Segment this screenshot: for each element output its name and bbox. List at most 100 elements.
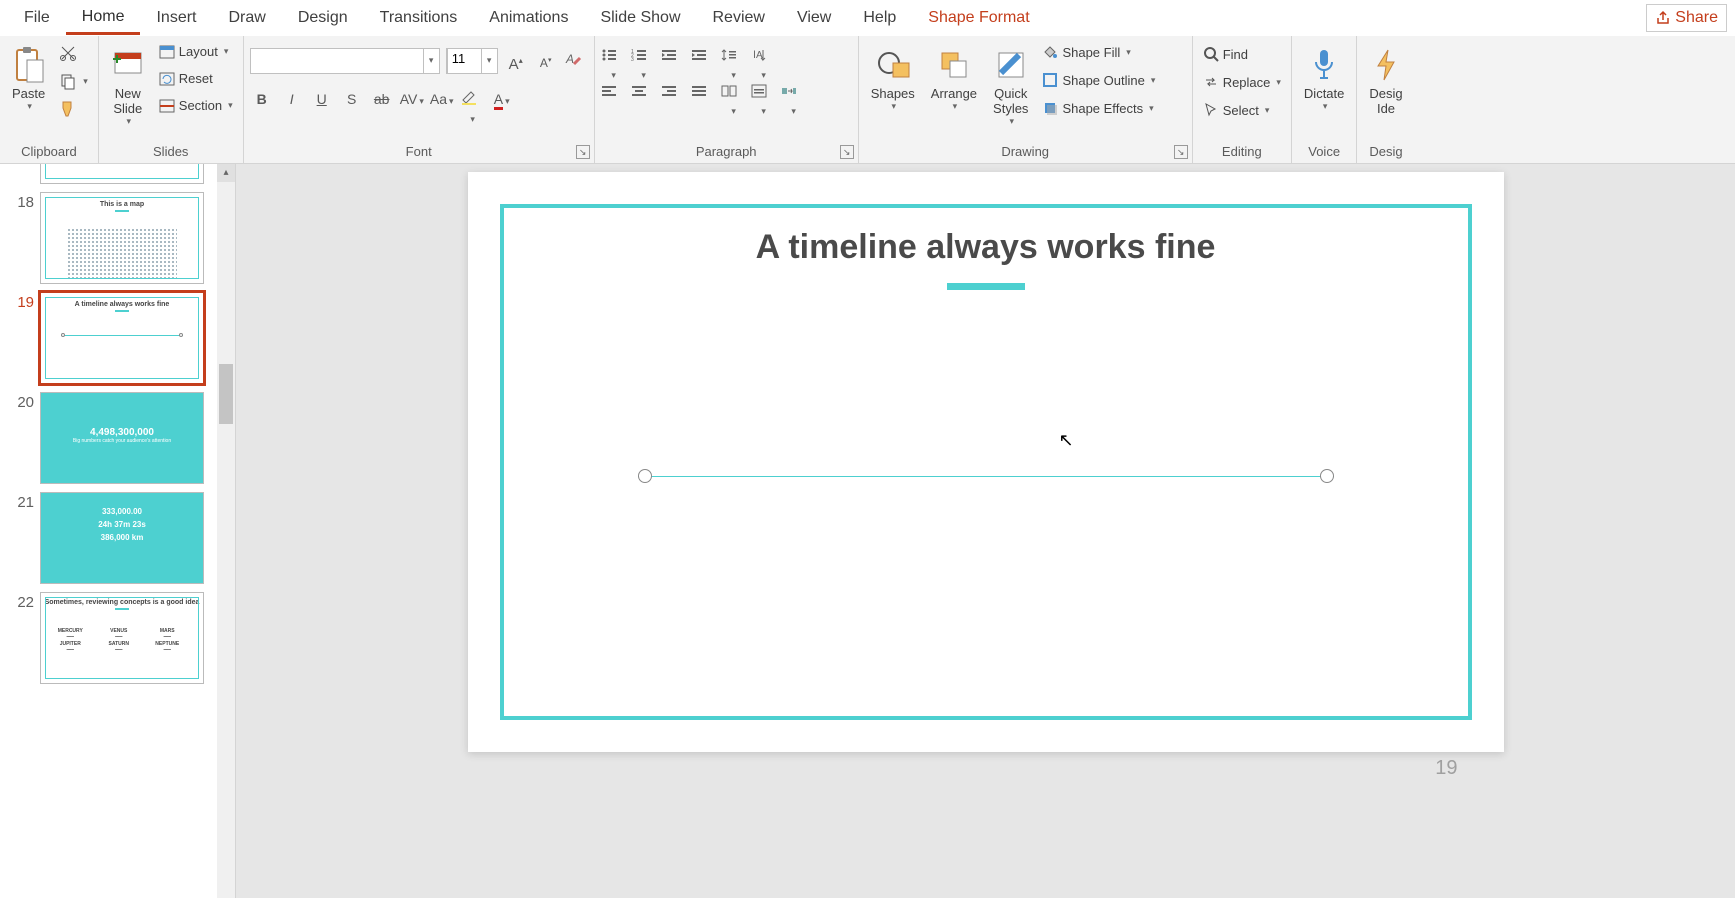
- tab-shape-format[interactable]: Shape Format: [912, 3, 1045, 33]
- columns-button[interactable]: ▾: [721, 84, 745, 106]
- align-vertical-icon: [751, 84, 767, 98]
- italic-button[interactable]: I: [280, 88, 304, 110]
- align-right-button[interactable]: [661, 84, 685, 106]
- thumbnail-20[interactable]: 20 4,498,300,000 Big numbers catch your …: [0, 388, 235, 488]
- dictate-button[interactable]: Dictate▾: [1298, 40, 1350, 116]
- font-size-combo[interactable]: 11▾: [446, 48, 498, 74]
- svg-text:3: 3: [631, 57, 634, 62]
- tab-design[interactable]: Design: [282, 3, 364, 33]
- share-icon: [1655, 10, 1671, 26]
- arrange-button[interactable]: Arrange▾: [925, 40, 983, 116]
- group-voice: Dictate▾ Voice: [1292, 36, 1357, 163]
- current-slide[interactable]: A timeline always works fine ↖ 19: [468, 172, 1504, 752]
- tab-slideshow[interactable]: Slide Show: [584, 3, 696, 33]
- replace-button[interactable]: Replace▾: [1199, 72, 1285, 92]
- reset-button[interactable]: Reset: [155, 69, 237, 88]
- design-ideas-button[interactable]: Desig Ide: [1363, 40, 1408, 120]
- strikethrough-button[interactable]: ab: [370, 88, 394, 110]
- smartart-icon: [781, 84, 797, 98]
- align-center-button[interactable]: [631, 84, 655, 106]
- shape-effects-button[interactable]: Shape Effects▾: [1038, 98, 1159, 118]
- decrease-indent-button[interactable]: [661, 48, 685, 70]
- bold-button[interactable]: B: [250, 88, 274, 110]
- shape-fill-button[interactable]: Shape Fill▾: [1038, 42, 1159, 62]
- find-button[interactable]: Find: [1199, 44, 1285, 64]
- quick-styles-button[interactable]: Quick Styles▾: [987, 40, 1034, 131]
- char-spacing-button[interactable]: AV▾: [400, 88, 424, 110]
- group-font-label: Font: [250, 142, 588, 163]
- timeline-node-right[interactable]: [1320, 469, 1334, 483]
- increase-indent-button[interactable]: [691, 48, 715, 70]
- new-slide-button[interactable]: New Slide▾: [105, 40, 151, 131]
- tab-insert[interactable]: Insert: [140, 3, 212, 33]
- section-button[interactable]: Section▾: [155, 96, 237, 115]
- highlight-button[interactable]: ▾: [460, 88, 484, 110]
- numbering-button[interactable]: 123▾: [631, 48, 655, 70]
- thumbnail-17[interactable]: [0, 164, 235, 188]
- section-icon: [159, 99, 175, 113]
- scroll-up-button[interactable]: ▴: [217, 164, 235, 182]
- change-case-button[interactable]: Aa▾: [430, 88, 454, 110]
- tab-transitions[interactable]: Transitions: [364, 3, 474, 33]
- thumbnail-18[interactable]: 18 This is a map: [0, 188, 235, 288]
- slide-thumbnail-pane[interactable]: 18 This is a map 19 A timeline always wo…: [0, 164, 236, 898]
- justify-icon: [691, 84, 707, 98]
- timeline-line-shape[interactable]: [638, 476, 1334, 477]
- text-direction-button[interactable]: ⅠA▾: [751, 48, 775, 70]
- text-direction-icon: ⅠA: [751, 48, 767, 62]
- paste-button[interactable]: Paste▾: [6, 40, 51, 116]
- tab-draw[interactable]: Draw: [212, 3, 281, 33]
- align-text-button[interactable]: ▾: [751, 84, 775, 106]
- layout-button[interactable]: Layout▾: [155, 42, 237, 61]
- tab-animations[interactable]: Animations: [473, 3, 584, 33]
- underline-button[interactable]: U: [310, 88, 334, 110]
- tab-help[interactable]: Help: [847, 3, 912, 33]
- format-painter-button[interactable]: [55, 98, 92, 120]
- slide-editor[interactable]: A timeline always works fine ↖ 19: [236, 164, 1735, 898]
- highlight-icon: [460, 88, 478, 106]
- ribbon-tabs: File Home Insert Draw Design Transitions…: [0, 0, 1735, 36]
- share-button[interactable]: Share: [1646, 4, 1727, 32]
- bucket-icon: [1042, 44, 1058, 60]
- tab-view[interactable]: View: [781, 3, 847, 33]
- smartart-button[interactable]: ▾: [781, 84, 805, 106]
- drawing-dialog-launcher[interactable]: ↘: [1174, 145, 1188, 159]
- clear-formatting-button[interactable]: A: [564, 50, 588, 72]
- thumbnail-21[interactable]: 21 333,000.00 24h 37m 23s 386,000 km: [0, 488, 235, 588]
- shape-outline-button[interactable]: Shape Outline▾: [1038, 70, 1159, 90]
- shapes-button[interactable]: Shapes▾: [865, 40, 921, 116]
- cut-button[interactable]: [55, 42, 92, 64]
- share-label: Share: [1675, 9, 1718, 27]
- line-spacing-button[interactable]: ▾: [721, 48, 745, 70]
- decrease-font-button[interactable]: A▾: [534, 50, 558, 72]
- microphone-icon: [1312, 48, 1336, 82]
- tab-file[interactable]: File: [8, 3, 66, 33]
- clipboard-icon: [13, 46, 45, 84]
- cursor-icon: [1203, 102, 1219, 118]
- paragraph-dialog-launcher[interactable]: ↘: [840, 145, 854, 159]
- thumbnail-19[interactable]: 19 A timeline always works fine: [0, 288, 235, 388]
- outline-icon: [1042, 72, 1058, 88]
- font-color-button[interactable]: A▾: [490, 88, 514, 110]
- thumbnail-22[interactable]: 22 Sometimes, reviewing concepts is a go…: [0, 588, 235, 688]
- thumbnail-scrollbar[interactable]: ▴: [217, 164, 235, 898]
- ribbon: Paste▾ ▾ Clipboard New Slide▾ Layout▾ Re…: [0, 36, 1735, 164]
- justify-button[interactable]: [691, 84, 715, 106]
- shadow-button[interactable]: S: [340, 88, 364, 110]
- copy-button[interactable]: ▾: [55, 70, 92, 92]
- eraser-a-icon: A: [564, 50, 582, 68]
- tab-home[interactable]: Home: [66, 2, 141, 35]
- tab-review[interactable]: Review: [697, 3, 781, 33]
- timeline-node-left[interactable]: [638, 469, 652, 483]
- font-dialog-launcher[interactable]: ↘: [576, 145, 590, 159]
- align-left-button[interactable]: [601, 84, 625, 106]
- slide-frame-shape[interactable]: [500, 204, 1472, 720]
- bullets-button[interactable]: ▾: [601, 48, 625, 70]
- font-name-combo[interactable]: ▾: [250, 48, 440, 74]
- bolt-icon: [1374, 48, 1398, 82]
- indent-icon: [691, 48, 707, 62]
- select-button[interactable]: Select▾: [1199, 100, 1285, 120]
- increase-font-button[interactable]: A▴: [504, 50, 528, 72]
- group-slides-label: Slides: [105, 142, 237, 163]
- scrollbar-thumb[interactable]: [219, 364, 233, 424]
